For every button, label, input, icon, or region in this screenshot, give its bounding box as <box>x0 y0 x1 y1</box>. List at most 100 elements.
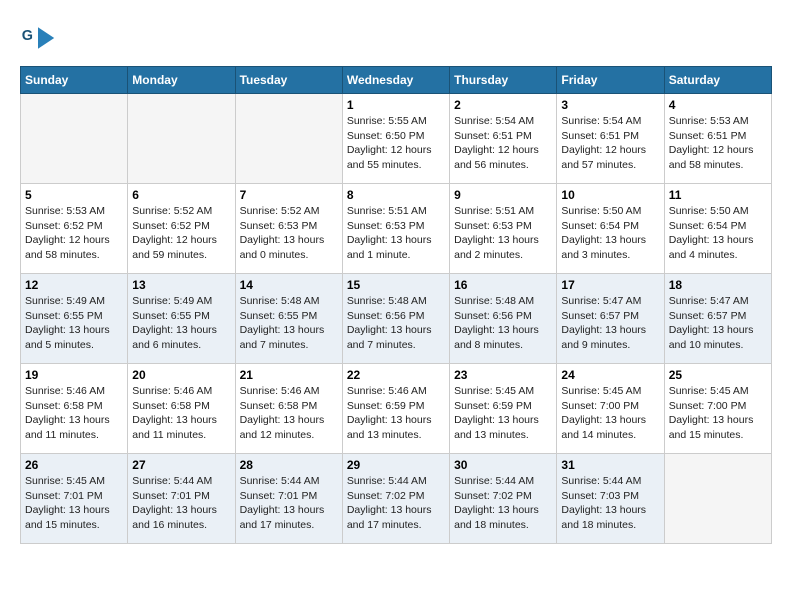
day-number: 21 <box>240 368 338 382</box>
calendar-day-cell: 25Sunrise: 5:45 AM Sunset: 7:00 PM Dayli… <box>664 364 771 454</box>
day-number: 29 <box>347 458 445 472</box>
day-info: Sunrise: 5:47 AM Sunset: 6:57 PM Dayligh… <box>669 294 767 353</box>
day-number: 31 <box>561 458 659 472</box>
day-header-saturday: Saturday <box>664 67 771 94</box>
day-header-monday: Monday <box>128 67 235 94</box>
calendar-day-cell: 22 Sunrise: 5:46 AM Sunset: 6:59 PM Dayli… <box>342 364 449 454</box>
calendar-day-cell: 11 Sunrise: 5:50 AM Sunset: 6:54 PM Dayli… <box>664 184 771 274</box>
day-info: Sunrise: 5:44 AM Sunset: 7:03 PM Dayligh… <box>561 474 659 533</box>
page-header: G <box>20 20 772 56</box>
calendar-week-row: 1 Sunrise: 5:55 AM Sunset: 6:50 PM Daylig… <box>21 94 772 184</box>
day-header-wednesday: Wednesday <box>342 67 449 94</box>
calendar-day-cell: 6 Sunrise: 5:52 AM Sunset: 6:52 PM Daylig… <box>128 184 235 274</box>
day-info: Sunrise: 5:49 AM Sunset: 6:55 PM Dayligh… <box>132 294 230 353</box>
day-number: 20 <box>132 368 230 382</box>
calendar-day-cell: 21 Sunrise: 5:46 AM Sunset: 6:58 PM Dayli… <box>235 364 342 454</box>
day-number: 18 <box>669 278 767 292</box>
day-number: 22 <box>347 368 445 382</box>
day-info: Sunrise: 5:48 AM Sunset: 6:55 PM Dayligh… <box>240 294 338 353</box>
calendar-day-cell: 4Sunrise: 5:53 AM Sunset: 6:51 PM Daylig… <box>664 94 771 184</box>
day-header-sunday: Sunday <box>21 67 128 94</box>
day-info: Sunrise: 5:54 AM Sunset: 6:51 PM Dayligh… <box>561 114 659 173</box>
day-info: Sunrise: 5:53 AM Sunset: 6:52 PM Dayligh… <box>25 204 123 263</box>
day-number: 27 <box>132 458 230 472</box>
day-info: Sunrise: 5:50 AM Sunset: 6:54 PM Dayligh… <box>669 204 767 263</box>
day-number: 5 <box>25 188 123 202</box>
calendar-day-cell <box>664 454 771 544</box>
day-number: 13 <box>132 278 230 292</box>
day-number: 8 <box>347 188 445 202</box>
day-info: Sunrise: 5:45 AM Sunset: 7:00 PM Dayligh… <box>561 384 659 443</box>
calendar-day-cell: 31 Sunrise: 5:44 AM Sunset: 7:03 PM Dayli… <box>557 454 664 544</box>
calendar-day-cell: 12Sunrise: 5:49 AM Sunset: 6:55 PM Dayli… <box>21 274 128 364</box>
day-number: 9 <box>454 188 552 202</box>
day-number: 11 <box>669 188 767 202</box>
day-number: 14 <box>240 278 338 292</box>
calendar-day-cell: 26 Sunrise: 5:45 AM Sunset: 7:01 PM Dayli… <box>21 454 128 544</box>
calendar-day-cell: 17 Sunrise: 5:47 AM Sunset: 6:57 PM Dayli… <box>557 274 664 364</box>
svg-text:G: G <box>22 28 33 44</box>
calendar-day-cell: 3 Sunrise: 5:54 AM Sunset: 6:51 PM Daylig… <box>557 94 664 184</box>
day-info: Sunrise: 5:52 AM Sunset: 6:53 PM Dayligh… <box>240 204 338 263</box>
calendar-day-cell: 8 Sunrise: 5:51 AM Sunset: 6:53 PM Daylig… <box>342 184 449 274</box>
calendar-day-cell: 5 Sunrise: 5:53 AM Sunset: 6:52 PM Daylig… <box>21 184 128 274</box>
day-number: 28 <box>240 458 338 472</box>
calendar-day-cell: 14 Sunrise: 5:48 AM Sunset: 6:55 PM Dayli… <box>235 274 342 364</box>
calendar-week-row: 5 Sunrise: 5:53 AM Sunset: 6:52 PM Daylig… <box>21 184 772 274</box>
calendar-day-cell: 18 Sunrise: 5:47 AM Sunset: 6:57 PM Dayli… <box>664 274 771 364</box>
day-number: 15 <box>347 278 445 292</box>
day-info: Sunrise: 5:54 AM Sunset: 6:51 PM Dayligh… <box>454 114 552 173</box>
day-number: 1 <box>347 98 445 112</box>
day-number: 24 <box>561 368 659 382</box>
calendar-day-cell: 1 Sunrise: 5:55 AM Sunset: 6:50 PM Daylig… <box>342 94 449 184</box>
day-info: Sunrise: 5:45 AM Sunset: 7:01 PM Dayligh… <box>25 474 123 533</box>
day-info: Sunrise: 5:46 AM Sunset: 6:58 PM Dayligh… <box>240 384 338 443</box>
day-info: Sunrise: 5:48 AM Sunset: 6:56 PM Dayligh… <box>347 294 445 353</box>
calendar-day-cell: 28 Sunrise: 5:44 AM Sunset: 7:01 PM Dayli… <box>235 454 342 544</box>
calendar-day-cell: 15 Sunrise: 5:48 AM Sunset: 6:56 PM Dayli… <box>342 274 449 364</box>
calendar-day-cell: 10 Sunrise: 5:50 AM Sunset: 6:54 PM Dayli… <box>557 184 664 274</box>
day-info: Sunrise: 5:46 AM Sunset: 6:59 PM Dayligh… <box>347 384 445 443</box>
calendar-week-row: 19 Sunrise: 5:46 AM Sunset: 6:58 PM Dayli… <box>21 364 772 454</box>
day-info: Sunrise: 5:51 AM Sunset: 6:53 PM Dayligh… <box>347 204 445 263</box>
calendar-day-cell: 13 Sunrise: 5:49 AM Sunset: 6:55 PM Dayli… <box>128 274 235 364</box>
calendar-day-cell <box>128 94 235 184</box>
day-number: 16 <box>454 278 552 292</box>
day-number: 3 <box>561 98 659 112</box>
day-number: 10 <box>561 188 659 202</box>
day-info: Sunrise: 5:50 AM Sunset: 6:54 PM Dayligh… <box>561 204 659 263</box>
day-number: 17 <box>561 278 659 292</box>
calendar-day-cell: 7 Sunrise: 5:52 AM Sunset: 6:53 PM Daylig… <box>235 184 342 274</box>
day-info: Sunrise: 5:53 AM Sunset: 6:51 PM Dayligh… <box>669 114 767 173</box>
calendar-week-row: 12Sunrise: 5:49 AM Sunset: 6:55 PM Dayli… <box>21 274 772 364</box>
day-number: 6 <box>132 188 230 202</box>
day-info: Sunrise: 5:45 AM Sunset: 6:59 PM Dayligh… <box>454 384 552 443</box>
day-info: Sunrise: 5:44 AM Sunset: 7:02 PM Dayligh… <box>454 474 552 533</box>
day-info: Sunrise: 5:44 AM Sunset: 7:01 PM Dayligh… <box>240 474 338 533</box>
calendar-day-cell: 9 Sunrise: 5:51 AM Sunset: 6:53 PM Daylig… <box>450 184 557 274</box>
day-info: Sunrise: 5:46 AM Sunset: 6:58 PM Dayligh… <box>132 384 230 443</box>
day-number: 23 <box>454 368 552 382</box>
calendar-day-cell: 23 Sunrise: 5:45 AM Sunset: 6:59 PM Dayli… <box>450 364 557 454</box>
day-number: 26 <box>25 458 123 472</box>
day-info: Sunrise: 5:55 AM Sunset: 6:50 PM Dayligh… <box>347 114 445 173</box>
day-number: 19 <box>25 368 123 382</box>
logo-icon: G <box>20 20 56 56</box>
calendar-day-cell: 24 Sunrise: 5:45 AM Sunset: 7:00 PM Dayli… <box>557 364 664 454</box>
day-info: Sunrise: 5:45 AM Sunset: 7:00 PM Dayligh… <box>669 384 767 443</box>
day-header-thursday: Thursday <box>450 67 557 94</box>
calendar-day-cell: 30Sunrise: 5:44 AM Sunset: 7:02 PM Dayli… <box>450 454 557 544</box>
day-info: Sunrise: 5:51 AM Sunset: 6:53 PM Dayligh… <box>454 204 552 263</box>
day-info: Sunrise: 5:44 AM Sunset: 7:01 PM Dayligh… <box>132 474 230 533</box>
day-number: 7 <box>240 188 338 202</box>
day-info: Sunrise: 5:48 AM Sunset: 6:56 PM Dayligh… <box>454 294 552 353</box>
calendar-table: SundayMondayTuesdayWednesdayThursdayFrid… <box>20 66 772 544</box>
day-info: Sunrise: 5:47 AM Sunset: 6:57 PM Dayligh… <box>561 294 659 353</box>
day-header-tuesday: Tuesday <box>235 67 342 94</box>
calendar-day-cell: 29Sunrise: 5:44 AM Sunset: 7:02 PM Dayli… <box>342 454 449 544</box>
day-info: Sunrise: 5:52 AM Sunset: 6:52 PM Dayligh… <box>132 204 230 263</box>
calendar-day-cell: 20 Sunrise: 5:46 AM Sunset: 6:58 PM Dayli… <box>128 364 235 454</box>
logo: G <box>20 20 60 56</box>
calendar-day-cell: 2Sunrise: 5:54 AM Sunset: 6:51 PM Daylig… <box>450 94 557 184</box>
calendar-day-cell: 16 Sunrise: 5:48 AM Sunset: 6:56 PM Dayli… <box>450 274 557 364</box>
